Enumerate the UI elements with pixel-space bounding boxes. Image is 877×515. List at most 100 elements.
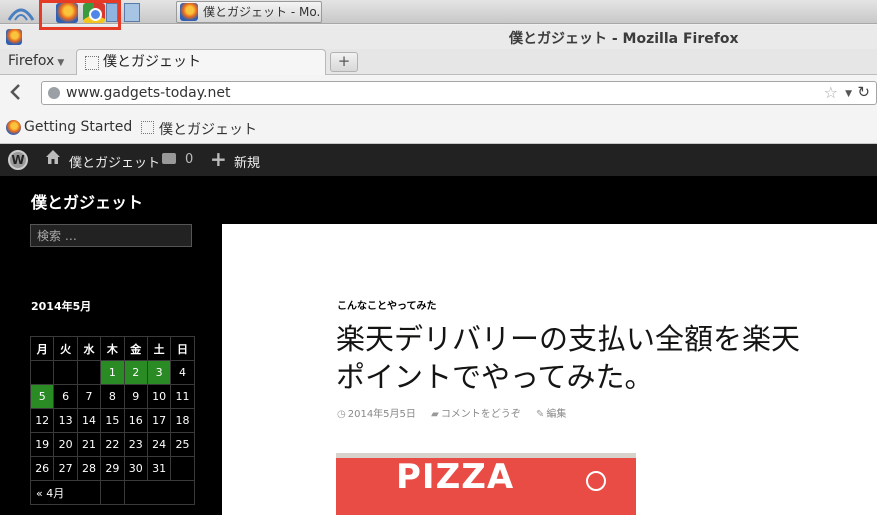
calendar-day: 9 [123, 384, 148, 409]
calendar-day: 30 [123, 456, 148, 481]
calendar-week: 1234 [29, 360, 195, 385]
window-title-bar: 僕とガジェット - Mozilla Firefox [0, 25, 877, 49]
entry-title[interactable]: 楽天デリバリーの支払い全額を楽天ポイントでやってみた。 [336, 320, 816, 396]
entry-edit-text: 編集 [546, 409, 567, 420]
tab-label: 僕とガジェット [103, 54, 201, 70]
calendar-day[interactable]: 3 [146, 360, 172, 385]
new-tab-button[interactable]: + [330, 52, 358, 72]
wordpress-icon[interactable]: W [8, 150, 28, 170]
calendar-day: 10 [146, 384, 172, 409]
weekday: 火 [53, 336, 78, 361]
calendar-day: 29 [100, 456, 125, 481]
calendar-day: 23 [123, 432, 148, 457]
pencil-icon: ✎ [536, 409, 545, 420]
calendar-day[interactable]: 5 [29, 384, 55, 409]
calendar-day: 17 [146, 408, 172, 433]
calendar-body: 1 2 3 4 5 6 7 8 9 10 11 12 13 14 15 16 17 18 19 20 21 22 23 24 2… [29, 360, 195, 481]
pizza-box-mark [586, 471, 606, 491]
site-header: 僕とガジェット [0, 176, 877, 224]
calendar-day[interactable]: 2 [123, 360, 148, 385]
site-title[interactable]: 僕とガジェット [31, 189, 143, 213]
plus-icon[interactable]: + [210, 147, 227, 171]
firefox-menu-button[interactable]: Firefox ▼ [8, 53, 64, 69]
admin-new-link[interactable]: 新規 [234, 152, 260, 171]
weekday: 金 [123, 336, 148, 361]
sidebar: 2014年5月 月 火 水 木 金 土 日 123456789101112131… [0, 224, 222, 515]
star-icon[interactable]: ☆ [824, 82, 838, 104]
entry-date-text: 2014年5月5日 [347, 409, 416, 420]
system-menu-icon[interactable] [6, 2, 36, 22]
calendar-pad [100, 480, 125, 505]
calendar-day: 28 [76, 456, 102, 481]
calendar-week: 19 20 21 22 23 24 25 [29, 432, 195, 457]
admin-site-link[interactable]: 僕とガジェット [69, 152, 160, 171]
calendar-day: 20 [53, 432, 78, 457]
weekday: 土 [146, 336, 172, 361]
calendar-day: 25 [170, 432, 195, 457]
search-input[interactable] [30, 224, 192, 247]
bookmark-site[interactable]: 僕とガジェット [141, 119, 257, 139]
comment-count[interactable]: 0 [185, 152, 193, 167]
bookmarks-toolbar: Getting Started 僕とガジェット [0, 111, 877, 144]
calendar-day: 26 [29, 456, 55, 481]
pizza-box-lettering: PIZZA [396, 457, 515, 497]
entry-edit[interactable]: ✎ 編集 [536, 405, 566, 420]
tab-strip: Firefox ▼ 僕とガジェット + [0, 49, 877, 76]
weekday: 日 [170, 336, 195, 361]
calendar-day: 11 [170, 384, 195, 409]
entry-comments-text: コメントをどうぞ [440, 409, 521, 420]
post-image: PIZZA [336, 453, 636, 515]
bookmark-getting-started[interactable]: Getting Started [6, 119, 132, 135]
reload-icon[interactable]: ↻ [857, 81, 870, 103]
calendar-day: 4 [170, 360, 195, 385]
globe-icon [48, 87, 60, 99]
dropdown-arrow-icon: ▼ [57, 58, 65, 68]
back-arrow-icon[interactable] [8, 82, 28, 104]
calendar-empty-cell [29, 360, 55, 385]
calendar-empty-cell [76, 360, 102, 385]
url-dropdown-icon[interactable]: ▼ [845, 83, 852, 105]
calendar-day: 6 [53, 384, 78, 409]
entry-meta: ◷ 2014年5月5日 ▰ コメントをどうぞ ✎ 編集 [337, 405, 578, 420]
entry-comments[interactable]: ▰ コメントをどうぞ [431, 405, 521, 420]
clock-icon: ◷ [337, 409, 346, 420]
bookmark-label: 僕とガジェット [159, 122, 257, 138]
entry-date[interactable]: ◷ 2014年5月5日 [337, 405, 416, 420]
url-input[interactable]: www.gadgets-today.net ☆ ▼ ↻ [41, 81, 877, 105]
calendar-next-cell [123, 480, 195, 505]
page-favicon-icon [141, 121, 154, 134]
weekday: 月 [29, 336, 55, 361]
page-favicon-icon [85, 56, 99, 70]
calendar-day: 19 [29, 432, 55, 457]
calendar-day[interactable]: 1 [100, 360, 125, 385]
page-content: 僕とガジェット 2014年5月 月 火 水 木 金 土 日 1234567891… [0, 176, 877, 515]
home-icon[interactable] [45, 149, 61, 169]
main-content: こんなことやってみた 楽天デリバリーの支払い全額を楽天ポイントでやってみた。 ◷… [222, 224, 877, 515]
calendar-day: 13 [53, 408, 78, 433]
weekday: 水 [76, 336, 102, 361]
calendar-day: 14 [76, 408, 102, 433]
url-text: www.gadgets-today.net [66, 85, 231, 101]
calendar-empty-cell [53, 360, 78, 385]
taskbar-item-label: 僕とガジェット - Mo... [203, 5, 322, 19]
wp-admin-bar: W 僕とガジェット 0 + 新規 [0, 144, 877, 176]
calendar-day: 31 [146, 456, 172, 481]
comment-icon[interactable] [162, 153, 176, 164]
calendar-table: 月 火 水 木 金 土 日 1 2 3 4 5 6 7 8 9 10 11 12 13 14 15 16 17 1… [29, 336, 195, 505]
calendar-day: 12 [29, 408, 55, 433]
calendar-week: 5 6 7 8 9 10 11 [29, 384, 195, 409]
tab-active[interactable]: 僕とガジェット [76, 49, 326, 76]
launcher-highlight-box [39, 0, 121, 30]
calendar-prev-link[interactable]: « 4月 [29, 480, 102, 505]
calendar-weekdays: 月 火 水 木 金 土 日 [29, 336, 195, 361]
calendar-day: 7 [76, 384, 102, 409]
calendar-day: 15 [100, 408, 125, 433]
workspace-icon[interactable] [124, 3, 140, 22]
entry-category-link[interactable]: こんなことやってみた [337, 297, 437, 312]
calendar-day: 16 [123, 408, 148, 433]
taskbar-firefox-item[interactable]: 僕とガジェット - Mo... [176, 1, 322, 23]
weekday: 木 [100, 336, 125, 361]
system-panel: 僕とガジェット - Mo... [0, 0, 877, 30]
calendar-day: 24 [146, 432, 172, 457]
calendar-caption: 2014年5月 [31, 300, 92, 313]
